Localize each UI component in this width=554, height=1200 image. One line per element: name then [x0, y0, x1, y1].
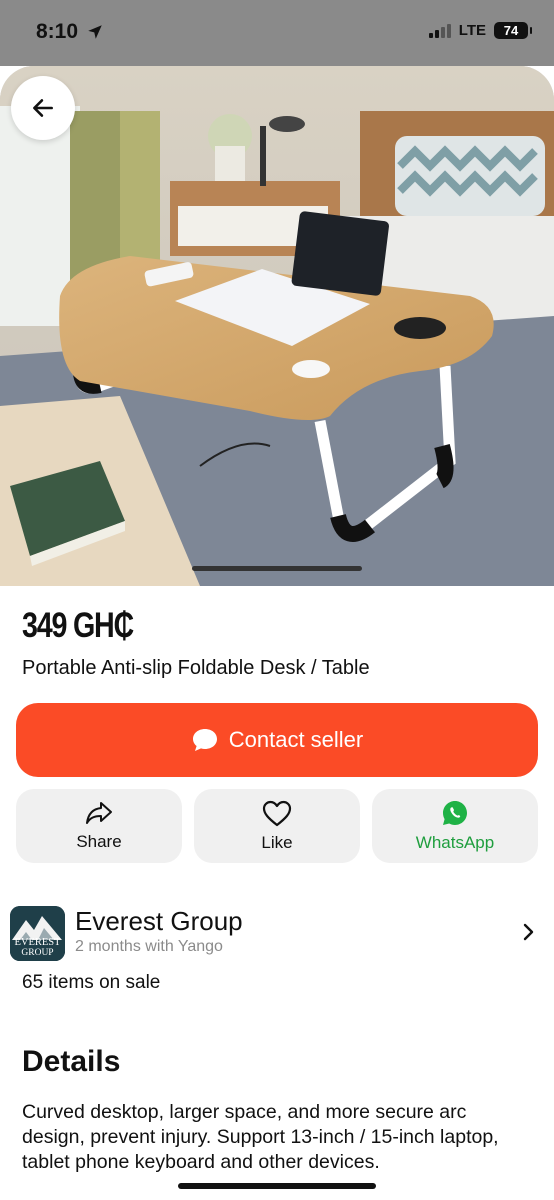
chevron-right-icon	[523, 923, 534, 941]
network-label: LTE	[458, 22, 486, 39]
status-time-group: 8:10	[36, 20, 104, 44]
details-text: Curved desktop, larger space, and more s…	[22, 1101, 499, 1173]
status-bar: 8:10 LTE 74	[0, 0, 554, 66]
seller-tenure: 2 months with Yango	[75, 938, 223, 955]
seller-logo: EVEREST GROUP	[10, 906, 65, 961]
battery-level: 74	[503, 23, 519, 38]
logo-text-top: EVEREST	[14, 937, 61, 948]
arrow-left-icon	[33, 99, 53, 117]
status-indicators: LTE 74	[428, 22, 532, 39]
chat-bubble-icon	[192, 729, 217, 751]
seller-row[interactable]: EVEREST GROUP Everest Group 2 months wit…	[0, 900, 554, 966]
product-price: 349 GH₵	[22, 606, 134, 645]
share-arrow-icon	[86, 802, 112, 824]
items-on-sale: 65 items on sale	[22, 972, 161, 993]
share-button[interactable]: Share	[16, 789, 182, 863]
whatsapp-label: WhatsApp	[415, 833, 495, 852]
battery-icon: 74	[494, 22, 532, 39]
location-arrow-icon	[88, 25, 102, 39]
back-button[interactable]	[11, 76, 75, 140]
seller-name: Everest Group	[75, 906, 243, 936]
image-pager-indicator	[192, 566, 362, 571]
details-heading: Details	[22, 1045, 121, 1078]
product-title: Portable Anti-slip Foldable Desk / Table	[22, 657, 370, 679]
status-time: 8:10	[36, 20, 79, 43]
logo-text-bottom: GROUP	[21, 948, 54, 958]
share-label: Share	[76, 832, 122, 851]
whatsapp-icon	[443, 801, 467, 825]
signal-icon	[428, 23, 451, 38]
contact-seller-label: Contact seller	[228, 727, 364, 752]
product-image[interactable]	[0, 66, 554, 586]
like-label: Like	[261, 832, 293, 852]
home-indicator	[178, 1183, 376, 1189]
product-photo-icon	[0, 66, 554, 586]
contact-seller-button[interactable]: Contact seller	[16, 703, 538, 777]
heart-icon	[262, 800, 292, 826]
like-button[interactable]: Like	[194, 789, 360, 863]
whatsapp-button[interactable]: WhatsApp	[372, 789, 538, 863]
